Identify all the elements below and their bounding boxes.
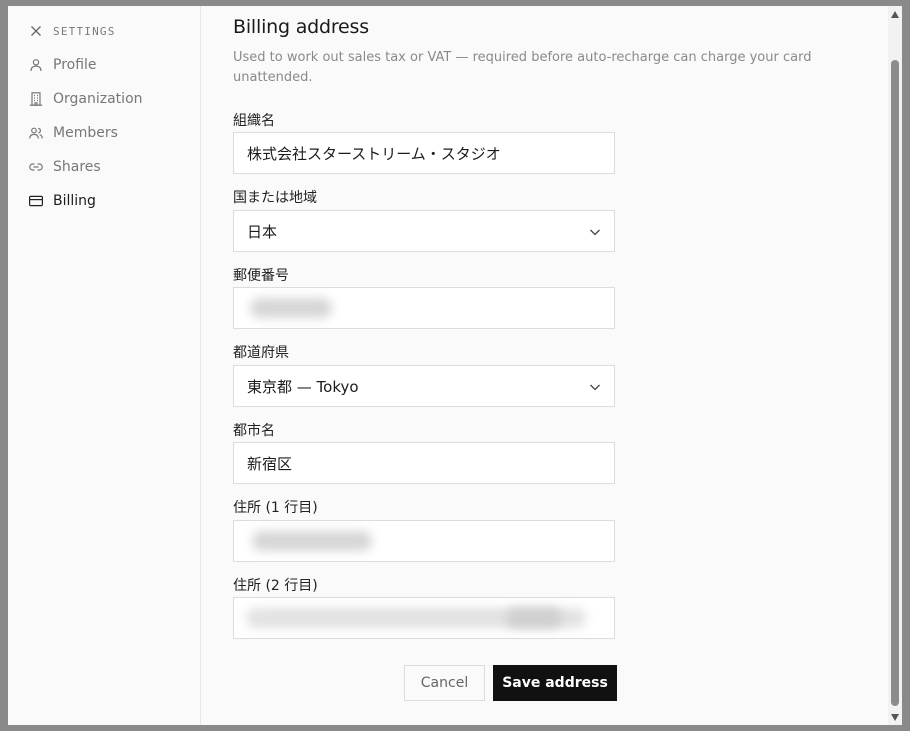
- credit-card-icon: [29, 195, 44, 207]
- postal-code-label: 郵便番号: [233, 268, 289, 284]
- redacted-blur: [252, 531, 372, 551]
- country-select[interactable]: 日本: [233, 210, 615, 252]
- user-icon: [30, 59, 42, 72]
- prefecture-select[interactable]: 東京都 — Tokyo: [233, 365, 615, 407]
- org-name-label: 組織名: [233, 113, 275, 129]
- redacted-blur: [250, 298, 332, 318]
- sidebar-header: SETTINGS: [28, 23, 116, 39]
- sidebar-item-billing[interactable]: Billing: [28, 191, 96, 211]
- redacted-blur: [506, 608, 562, 628]
- settings-sidebar: SETTINGS Profile Organization Members Sh…: [8, 6, 201, 725]
- settings-window: SETTINGS Profile Organization Members Sh…: [8, 6, 902, 725]
- sidebar-item-organization[interactable]: Organization: [28, 89, 143, 109]
- sidebar-item-label: Profile: [53, 57, 97, 73]
- scroll-down-arrow-icon[interactable]: [891, 714, 899, 721]
- sidebar-item-label: Members: [53, 125, 118, 141]
- sidebar-item-label: Organization: [53, 91, 143, 107]
- city-value: 新宿区: [247, 454, 293, 473]
- sidebar-item-label: Billing: [53, 193, 96, 209]
- address-line1-input[interactable]: [233, 520, 615, 562]
- prefecture-label: 都道府県: [233, 345, 289, 361]
- page-description: Used to work out sales tax or VAT — requ…: [233, 50, 812, 85]
- scrollbar-thumb[interactable]: [891, 60, 899, 706]
- sidebar-item-profile[interactable]: Profile: [28, 55, 97, 75]
- sidebar-item-label: Shares: [53, 159, 101, 175]
- country-value: 日本: [247, 222, 278, 241]
- prefecture-value: 東京都 — Tokyo: [247, 377, 359, 396]
- sidebar-item-shares[interactable]: Shares: [28, 157, 101, 177]
- page-title: Billing address: [233, 16, 369, 38]
- building-icon: [29, 92, 43, 106]
- address-line1-label: 住所 (1 行目): [233, 500, 318, 516]
- vertical-scrollbar[interactable]: [888, 6, 902, 725]
- sidebar-item-members[interactable]: Members: [28, 123, 118, 143]
- users-icon: [29, 127, 43, 139]
- close-icon[interactable]: [28, 23, 44, 39]
- city-input[interactable]: 新宿区: [233, 442, 615, 484]
- address-line2-label: 住所 (2 行目): [233, 578, 318, 594]
- save-address-button[interactable]: Save address: [493, 665, 617, 701]
- org-name-value: 株式会社スターストリーム・スタジオ: [247, 144, 501, 163]
- scroll-up-arrow-icon[interactable]: [891, 11, 899, 18]
- sidebar-title: SETTINGS: [53, 24, 116, 38]
- cancel-button[interactable]: Cancel: [404, 665, 485, 701]
- link-icon: [29, 163, 43, 171]
- country-label: 国または地域: [233, 190, 317, 206]
- chevron-down-icon: [590, 229, 600, 236]
- city-label: 都市名: [233, 423, 275, 439]
- org-name-input[interactable]: 株式会社スターストリーム・スタジオ: [233, 132, 615, 174]
- postal-code-input[interactable]: [233, 287, 615, 329]
- address-line2-input[interactable]: [233, 597, 615, 639]
- chevron-down-icon: [590, 384, 600, 391]
